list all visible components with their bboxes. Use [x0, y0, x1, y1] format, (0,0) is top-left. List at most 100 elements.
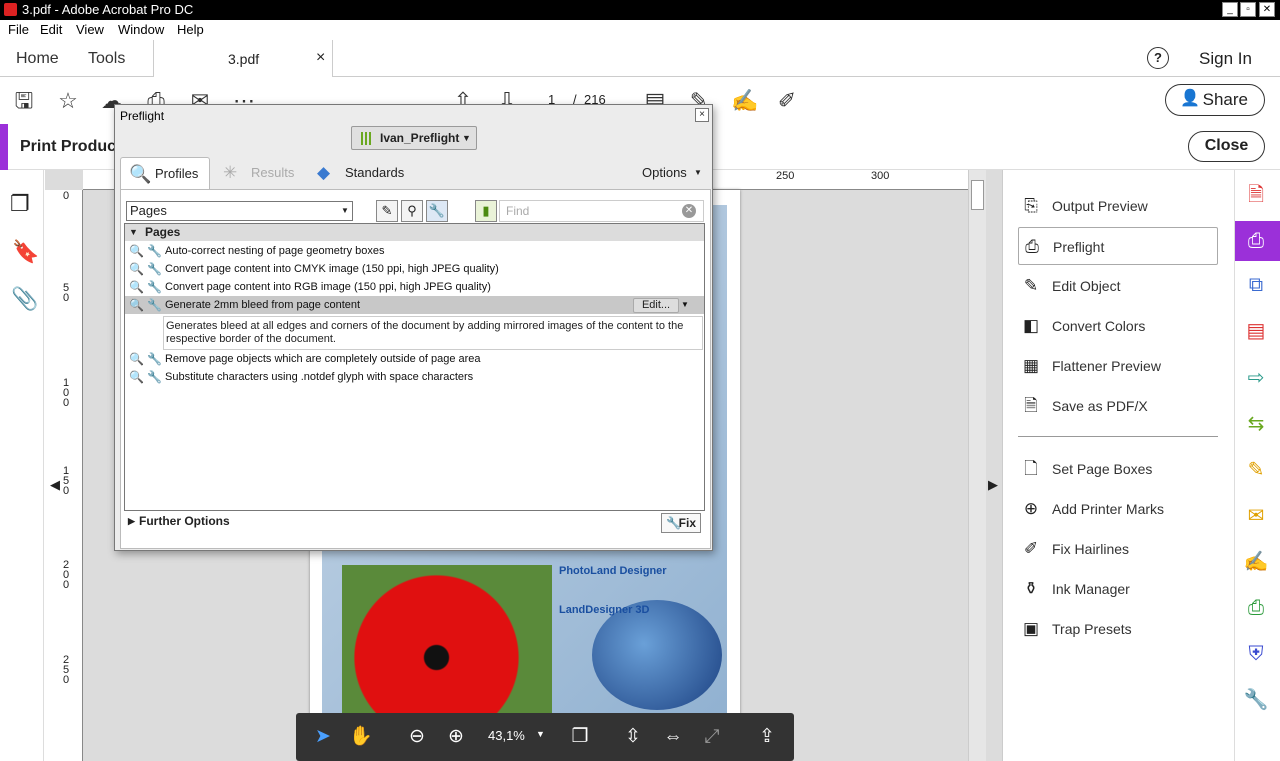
page-text: LandDesigner 3D [559, 604, 650, 616]
compare-files-icon[interactable]: ⇆ [1243, 411, 1269, 437]
bookmark-star-icon[interactable]: ☆ [56, 89, 80, 113]
item-menu-chevron-icon[interactable]: ▼ [681, 296, 689, 314]
tab-standards[interactable]: ◆ Standards [317, 157, 417, 189]
menu-view[interactable]: View [76, 22, 104, 37]
print-production-icon[interactable]: ⎙ [1243, 228, 1269, 254]
fit-width-icon[interactable]: ⇔ [661, 725, 685, 749]
list-item-selected[interactable]: 🔍 🔧 Generate 2mm bleed from page content … [125, 296, 704, 314]
ink-manager-item[interactable]: ⚱ Ink Manager [1018, 570, 1218, 608]
filter-value: Pages [130, 203, 167, 218]
fix-button[interactable]: 🔧 Fix [661, 513, 701, 533]
profile-bars-icon[interactable]: ▮ [475, 200, 497, 222]
preflight-item[interactable]: ⎙ Preflight [1018, 227, 1218, 265]
set-page-boxes-item[interactable]: 🗋 Set Page Boxes [1018, 450, 1218, 488]
clear-search-icon[interactable]: ✕ [682, 204, 696, 218]
options-menu[interactable]: Options ▼ [642, 157, 707, 189]
zoom-in-icon[interactable]: ⊕ [444, 725, 468, 749]
list-item[interactable]: 🔍 🔧 Auto-correct nesting of page geometry… [125, 242, 704, 260]
fill-sign-icon[interactable]: ✐ [775, 89, 799, 113]
edit-button[interactable]: Edit... [633, 298, 679, 313]
scroll-thumb[interactable] [971, 180, 984, 210]
tab-profiles[interactable]: 🔍 Profiles [120, 157, 210, 189]
magnifier-icon: 🔍 [129, 244, 144, 258]
sign-in-link[interactable]: Sign In [1199, 49, 1252, 69]
protect-icon[interactable]: ⛨ [1243, 641, 1269, 667]
vertical-scrollbar[interactable] [968, 170, 986, 761]
share-button[interactable]: 👤 Share [1165, 84, 1265, 116]
print-tool-icon[interactable]: ⎙ [1243, 595, 1269, 621]
menu-edit[interactable]: Edit [40, 22, 62, 37]
show-analysis-icon[interactable]: ⚲ [401, 200, 423, 222]
organize-pages-icon[interactable]: ▤ [1243, 318, 1269, 344]
add-printer-marks-item[interactable]: ⊕ Add Printer Marks [1018, 490, 1218, 528]
select-tool-icon[interactable]: ➤ [311, 725, 335, 749]
list-item[interactable]: 🔍 🔧 Remove page objects which are complet… [125, 350, 704, 368]
combine-files-icon[interactable]: ⧉ [1243, 272, 1269, 298]
collapse-left-icon[interactable]: ◀ [50, 477, 60, 493]
profile-dropdown[interactable]: Ivan_Preflight ▼ [351, 126, 477, 150]
profile-bars-icon [361, 132, 373, 145]
tab-home[interactable]: Home [16, 40, 59, 77]
show-checks-icon[interactable]: ✎ [376, 200, 398, 222]
list-group-header[interactable]: ▼ Pages [125, 224, 704, 241]
list-item[interactable]: 🔍 🔧 Substitute characters using .notdef g… [125, 368, 704, 386]
page-display-icon[interactable]: ❐ [568, 725, 592, 749]
list-item[interactable]: 🔍 🔧 Convert page content into RGB image (… [125, 278, 704, 296]
fit-page-icon[interactable]: ⇳ [621, 725, 645, 749]
flattener-preview-icon: ▦ [1022, 356, 1040, 375]
hand-tool-icon[interactable]: ✋ [349, 725, 373, 749]
vertical-ruler: 0 5 0 1 0 0 1 5 0 2 0 0 2 5 0 [45, 190, 83, 761]
collapse-right-icon[interactable]: ▶ [988, 477, 998, 493]
save-as-pdfx-item[interactable]: 🗎 Save as PDF/X [1018, 387, 1218, 425]
export-pdf-icon[interactable]: ⇨ [1243, 365, 1269, 391]
more-tools-icon[interactable]: 🔧 [1243, 687, 1269, 713]
print-production-title: Print Produc [20, 138, 117, 155]
close-tab-icon[interactable]: × [316, 49, 325, 67]
dialog-close-icon[interactable]: × [695, 108, 709, 122]
chevron-down-icon[interactable]: ▼ [536, 729, 545, 739]
share-upload-icon[interactable]: ⇪ [755, 725, 779, 749]
page-thumbnails-icon[interactable]: ❐ [10, 191, 30, 217]
further-options-toggle[interactable]: ▶ Further Options [125, 510, 704, 532]
flattener-preview-item[interactable]: ▦ Flattener Preview [1018, 347, 1218, 385]
trap-presets-item[interactable]: ▣ Trap Presets [1018, 610, 1218, 648]
tab-tools[interactable]: Tools [88, 40, 125, 77]
tab-document[interactable]: 3.pdf × [153, 40, 333, 77]
convert-colors-item[interactable]: ◧ Convert Colors [1018, 307, 1218, 345]
show-fixups-icon[interactable]: 🔧 [426, 200, 448, 222]
create-pdf-icon[interactable]: 🗎 [1243, 182, 1269, 208]
chevron-down-icon: ▼ [462, 133, 471, 143]
fix-hairlines-item[interactable]: ✐ Fix Hairlines [1018, 530, 1218, 568]
attachments-icon[interactable]: 📎 [11, 286, 38, 312]
window-close-button[interactable]: ✕ [1259, 2, 1275, 17]
bookmarks-icon[interactable]: 🔖 [12, 239, 39, 265]
wrench-icon: 🔧 [147, 298, 162, 312]
edit-pdf-icon[interactable]: ✎ [1243, 457, 1269, 483]
sign-icon[interactable]: ✍ [731, 89, 758, 113]
fill-sign-tool-icon[interactable]: ✍ [1243, 549, 1269, 575]
filter-select[interactable]: Pages ▼ [126, 201, 353, 221]
set-page-boxes-icon: 🗋 [1024, 459, 1038, 478]
comment-tool-icon[interactable]: ✉ [1243, 503, 1269, 529]
save-icon[interactable]: 🖫 [12, 89, 36, 113]
list-item[interactable]: 🔍 🔧 Convert page content into CMYK image … [125, 260, 704, 278]
close-tool-button[interactable]: Close [1188, 131, 1265, 162]
edit-object-item[interactable]: ✎ Edit Object [1018, 267, 1218, 305]
group-label: Pages [145, 225, 181, 239]
save-as-pdfx-icon: 🗎 [1024, 396, 1038, 415]
zoom-level[interactable]: 43,1% [488, 728, 525, 743]
help-icon[interactable]: ? [1147, 47, 1169, 69]
tab-results[interactable]: ✳ Results [223, 157, 303, 189]
output-preview-item[interactable]: ⎘ Output Preview [1018, 187, 1218, 225]
find-input[interactable]: Find ✕ [499, 200, 704, 222]
maximize-button[interactable]: ▫ [1240, 2, 1256, 17]
wrench-icon: 🔧 [147, 280, 162, 294]
minimize-button[interactable]: _ [1222, 2, 1238, 17]
menu-window[interactable]: Window [118, 22, 164, 37]
menu-help[interactable]: Help [177, 22, 204, 37]
menu-file[interactable]: File [8, 22, 29, 37]
convert-colors-icon: ◧ [1022, 316, 1040, 335]
full-screen-icon[interactable]: ⤢ [700, 725, 724, 749]
zoom-out-icon[interactable]: ⊖ [405, 725, 429, 749]
menu-bar: File Edit View Window Help [0, 20, 1280, 40]
